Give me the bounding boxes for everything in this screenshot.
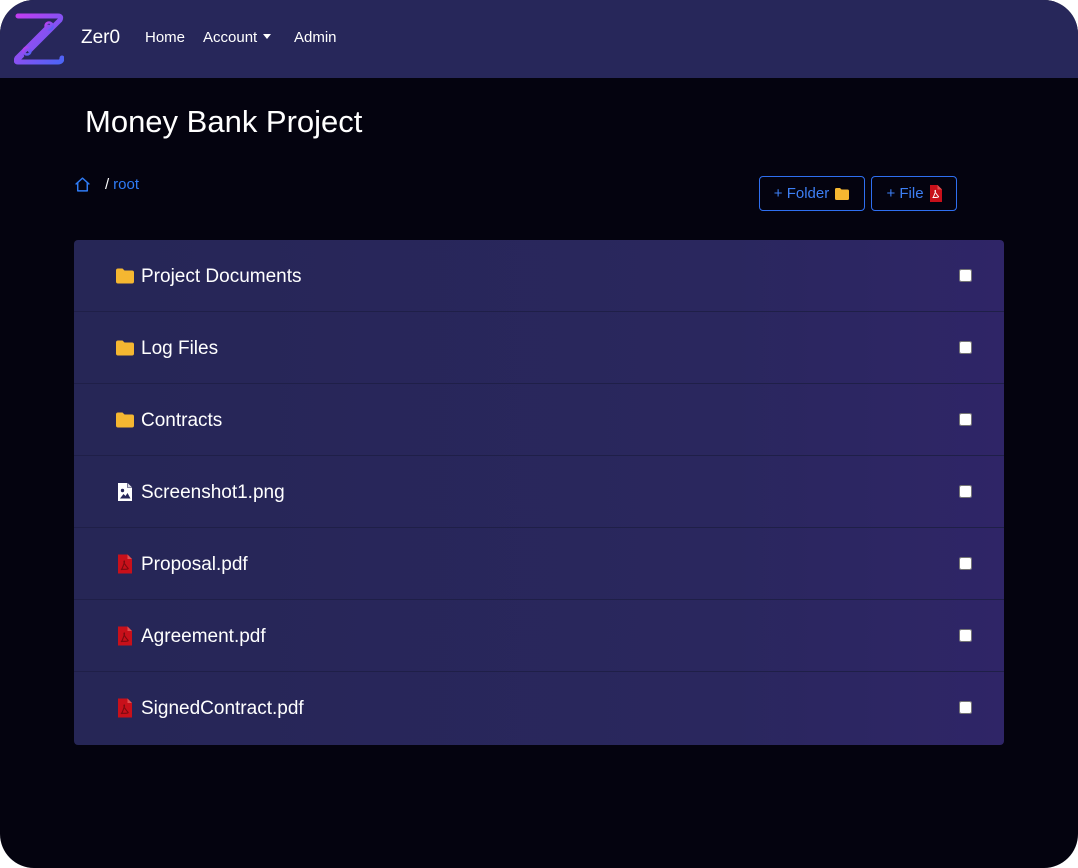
select-checkbox[interactable] [959,629,972,642]
file-name[interactable]: Agreement.pdf [141,626,266,648]
file-row[interactable]: Contracts [74,384,1004,456]
nav-home-link[interactable]: Home [145,29,185,46]
file-row[interactable]: Agreement.pdf [74,600,1004,672]
image-file-icon [115,482,135,502]
breadcrumb-separator: / [105,176,110,193]
select-checkbox[interactable] [959,269,972,282]
breadcrumb: / root [74,176,139,193]
file-name[interactable]: SignedContract.pdf [141,698,304,720]
house-icon[interactable] [74,176,91,193]
file-row[interactable]: Proposal.pdf [74,528,1004,600]
add-file-label: + File [886,185,924,202]
select-checkbox[interactable] [959,485,972,498]
file-list: Project Documents Log Files Contracts Sc… [74,240,1004,745]
nav-account-dropdown[interactable]: Account [203,29,272,46]
add-folder-label: + Folder [773,185,830,202]
file-row[interactable]: Project Documents [74,240,1004,312]
file-name[interactable]: Proposal.pdf [141,554,248,576]
pdf-file-icon [929,185,942,202]
app-window: Zer0 Home Account Admin Money Bank Proje… [0,0,1078,868]
select-checkbox[interactable] [959,413,972,426]
pdf-file-icon [115,698,135,718]
add-file-button[interactable]: + File [871,176,957,211]
folder-icon [115,410,135,430]
file-row[interactable]: Screenshot1.png [74,456,1004,528]
select-checkbox[interactable] [959,701,972,714]
breadcrumb-root-link[interactable]: root [113,176,139,193]
nav-account-label: Account [203,29,258,46]
file-name[interactable]: Contracts [141,410,222,432]
brand-name[interactable]: Zer0 [81,27,120,49]
file-row[interactable]: Log Files [74,312,1004,384]
add-folder-button[interactable]: + Folder [759,176,865,211]
select-checkbox[interactable] [959,557,972,570]
file-name[interactable]: Log Files [141,338,218,360]
folder-icon [835,187,850,200]
folder-icon [115,266,135,286]
caret-down-icon [263,34,272,39]
file-name[interactable]: Screenshot1.png [141,482,285,504]
pdf-file-icon [115,626,135,646]
pdf-file-icon [115,554,135,574]
nav-admin-link[interactable]: Admin [294,29,337,46]
file-name[interactable]: Project Documents [141,266,302,288]
folder-icon [115,338,135,358]
file-row[interactable]: SignedContract.pdf [74,672,1004,744]
z-logo-icon[interactable] [14,12,64,66]
page-title: Money Bank Project [85,104,363,139]
navbar: Zer0 Home Account Admin [0,0,1078,78]
select-checkbox[interactable] [959,341,972,354]
